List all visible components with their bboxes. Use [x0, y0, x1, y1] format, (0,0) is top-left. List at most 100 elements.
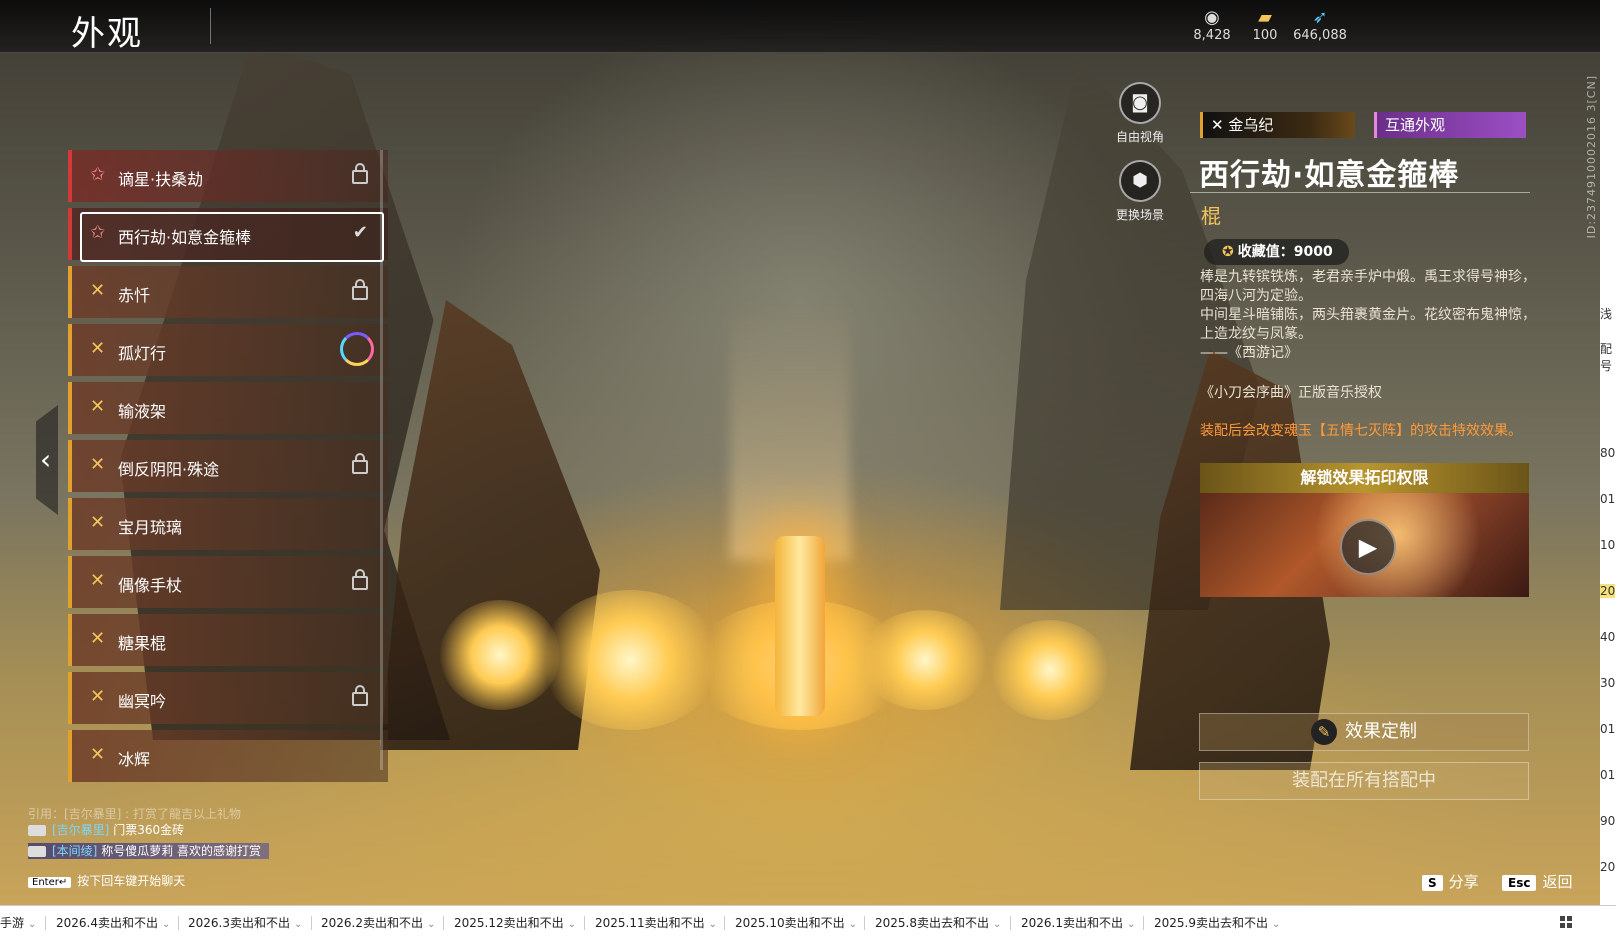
list-item[interactable]: ✕ 偶像手杖	[68, 556, 388, 608]
sheet-tab[interactable]: 2025.9卖出去和不出 ⌄	[1154, 914, 1280, 931]
sheet-tab[interactable]: 2025.10卖出和不出 ⌄	[735, 914, 857, 931]
collection-value-badge: ✪ 收藏值：9000	[1204, 239, 1349, 265]
chevron-down-icon: ⌄	[1272, 919, 1281, 930]
unlock-effect-panel[interactable]: 解锁效果拓印权限 ▶	[1200, 463, 1529, 597]
cross-star-icon: ✕	[90, 454, 106, 475]
strip-text: 20	[1600, 860, 1616, 874]
sheet-tab[interactable]: 2026.4卖出和不出 ⌄	[56, 914, 170, 931]
effect-preview-video[interactable]: ▶	[1200, 493, 1529, 597]
currency-value: 646,088	[1293, 28, 1347, 43]
lock-icon	[352, 163, 368, 184]
list-item[interactable]: ✕ 孤灯行	[68, 324, 388, 376]
client-id: ID:2374910002016 3[CN]	[1585, 75, 1598, 239]
flame	[860, 610, 990, 710]
list-item[interactable]: ✩ 谪星·扶桑劫	[68, 150, 388, 202]
effect-customize-label: 效果定制	[1345, 721, 1417, 742]
chevron-down-icon: ⌄	[708, 919, 718, 930]
cross-star-icon: ✕	[90, 338, 106, 359]
light-beam	[730, 300, 850, 560]
effect-change-note: 装配后会改变魂玉【五情七灭阵】的攻击特效效果。	[1200, 423, 1522, 439]
golden-staff-model[interactable]	[775, 536, 825, 716]
list-scrollbar[interactable]	[380, 150, 383, 770]
change-scene-button[interactable]: ⬢ 更换场景	[1104, 160, 1176, 223]
list-item[interactable]: ✕ 输液架	[68, 382, 388, 434]
share-label: 分享	[1448, 873, 1479, 891]
lock-icon	[352, 279, 368, 300]
enter-key-icon: Enter↵	[28, 877, 72, 888]
sheet-tab[interactable]: 2025.11卖出和不出 ⌄	[595, 914, 717, 931]
cross-star-icon: ✕	[90, 628, 106, 649]
play-icon[interactable]: ▶	[1340, 519, 1396, 575]
cross-star-icon: ✕	[90, 512, 106, 533]
equip-all-button[interactable]: 装配在所有搭配中	[1199, 762, 1529, 800]
effect-customize-button[interactable]: ✎ 效果定制	[1199, 713, 1529, 751]
top-bar: 外观 ◉ 8,428 ▰ 100 ➶ 646,088	[0, 0, 1600, 54]
collapse-list-button[interactable]: ‹	[36, 405, 58, 515]
ticket-icon: ▰	[1258, 7, 1272, 28]
chat-input-hint[interactable]: Enter↵ 按下回车键开始聊天	[28, 872, 185, 889]
channel-badge-icon	[28, 846, 46, 857]
lock-icon	[352, 453, 368, 474]
series-tag-label: 金乌纪	[1228, 116, 1274, 134]
currency-tickets[interactable]: ▰ 100	[1235, 7, 1295, 44]
item-label: 谪星·扶桑劫	[118, 170, 204, 189]
item-label: 冰辉	[118, 750, 151, 769]
chevron-down-icon: ⌄	[1127, 919, 1136, 930]
share-button[interactable]: S 分享	[1422, 871, 1479, 892]
sheet-grid-icon[interactable]	[1560, 916, 1572, 928]
sheet-tab[interactable]: 2026.2卖出和不出 ⌄	[321, 914, 435, 931]
list-item[interactable]: ✕ 宝月琉璃	[68, 498, 388, 550]
list-item-selected[interactable]: ✩ 西行劫·如意金箍棒 ✔	[68, 208, 388, 262]
music-license-note: 《小刀会序曲》正版音乐授权	[1200, 385, 1382, 401]
unlock-effect-title: 解锁效果拓印权限	[1200, 463, 1529, 493]
flame	[990, 620, 1110, 720]
sheet-tab[interactable]: 手游 ⌄	[0, 914, 36, 931]
chevron-down-icon: ⌄	[567, 919, 577, 930]
shared-appearance-tag: 互通外观	[1374, 112, 1526, 138]
sheet-tab[interactable]: 2026.1卖出和不出 ⌄	[1021, 914, 1135, 931]
chevron-down-icon: ⌄	[427, 919, 436, 930]
item-label: 宝月琉璃	[118, 518, 183, 537]
list-item[interactable]: ✕ 冰辉	[68, 730, 388, 782]
share-key: S	[1422, 875, 1443, 891]
description-line: 棒是九转镔铁炼，老君亲手炉中煅。禹王求得号神珍，四海八河为定验。	[1200, 269, 1536, 304]
item-description: 棒是九转镔铁炼，老君亲手炉中煅。禹王求得号神珍，四海八河为定验。 中间星斗暗铺陈…	[1200, 268, 1540, 363]
currency-value: 8,428	[1193, 28, 1231, 43]
item-label: 糖果棍	[118, 634, 167, 653]
list-item[interactable]: ✕ 赤忏	[68, 266, 388, 318]
chevron-down-icon: ⌄	[162, 919, 171, 930]
description-line: 中间星斗暗铺陈，两头箝裹黄金片。花纹密布鬼神惊，上造龙纹与凤篆。	[1200, 307, 1536, 342]
list-item[interactable]: ✕ 糖果棍	[68, 614, 388, 666]
free-view-button[interactable]: ◙ 自由视角	[1104, 82, 1176, 145]
collection-icon: ✪	[1222, 244, 1234, 260]
currency-coins[interactable]: ◉ 8,428	[1182, 7, 1242, 44]
currency-feathers[interactable]: ➶ 646,088	[1290, 8, 1350, 44]
divider	[1190, 192, 1530, 193]
cross-star-icon: ✕	[1211, 116, 1229, 134]
cross-star-icon: ✕	[90, 686, 106, 707]
chat-quote: 引用：[吉尔暴里] : 打赏了龍吉以上礼物	[28, 807, 242, 821]
chat-sender[interactable]: [吉尔暴里]	[52, 823, 109, 837]
sheet-tab[interactable]: 2026.3卖出和不出 ⌄	[188, 914, 302, 931]
sheet-tab[interactable]: 2025.12卖出和不出 ⌄	[454, 914, 576, 931]
sheet-tab[interactable]: 2025.8卖出去和不出 ⌄	[875, 914, 1001, 931]
title-divider	[210, 8, 211, 44]
item-label: 偶像手杖	[118, 576, 183, 595]
star-icon: ✩	[90, 222, 106, 243]
back-key: Esc	[1502, 875, 1537, 891]
chat-message: [本间绫] 称号傻瓜萝莉 喜欢的感谢打赏	[28, 843, 270, 859]
coin-sack-icon: ◉	[1204, 7, 1220, 28]
strip-text: 30	[1600, 676, 1616, 690]
strip-text: 40	[1600, 630, 1616, 644]
back-button[interactable]: Esc 返回	[1502, 871, 1572, 892]
list-item[interactable]: ✕ 倒反阴阳·殊途	[68, 440, 388, 492]
cross-star-icon: ✕	[90, 744, 106, 765]
strip-text: 01	[1600, 722, 1616, 736]
cross-star-icon: ✕	[90, 396, 106, 417]
series-tag: ✕ 金乌纪	[1200, 112, 1355, 138]
background-window-strip: 浅 配号 80 01 10 20 40 30 01 01 90 20	[1600, 0, 1616, 905]
chat-sender[interactable]: [本间绫]	[52, 844, 97, 858]
star-icon: ✩	[90, 164, 106, 185]
list-item[interactable]: ✕ 幽冥吟	[68, 672, 388, 724]
strip-text: 80	[1600, 446, 1616, 460]
